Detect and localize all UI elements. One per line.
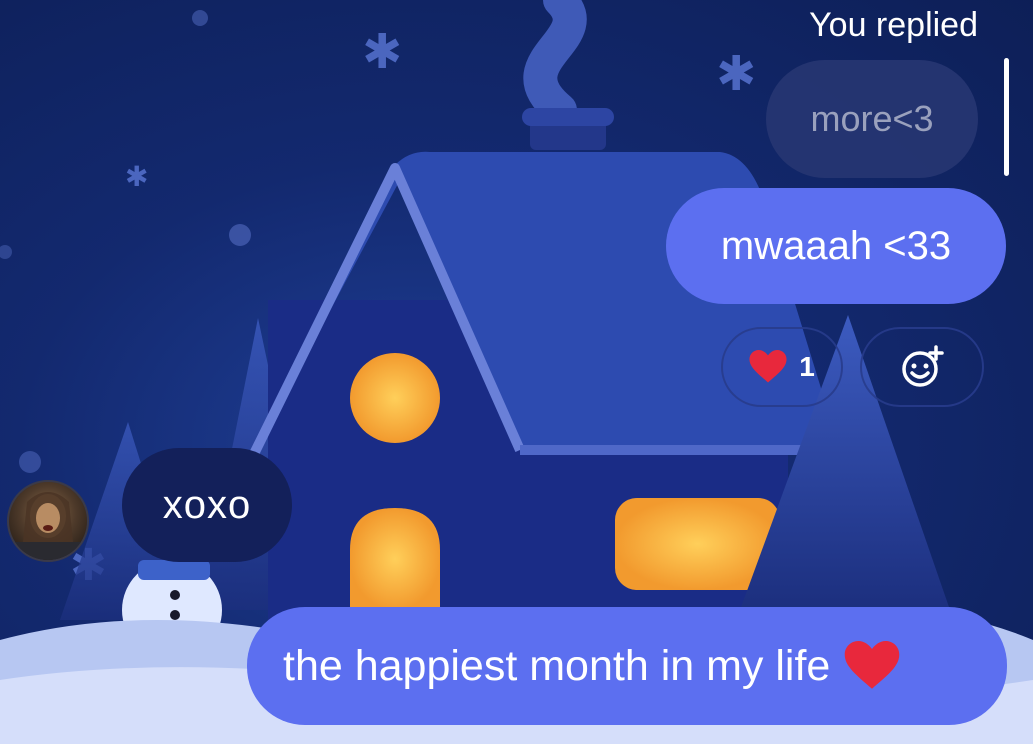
- reaction-pill[interactable]: 1: [721, 327, 843, 407]
- svg-text:✱: ✱: [362, 24, 402, 80]
- sent-message-bubble[interactable]: mwaaah <33: [666, 188, 1006, 304]
- add-reaction-button[interactable]: [860, 327, 984, 407]
- svg-text:✱: ✱: [125, 160, 148, 193]
- message-text: mwaaah <33: [720, 223, 952, 268]
- reply-indicator-bar: [1004, 58, 1009, 176]
- user-avatar[interactable]: [7, 480, 89, 562]
- message-text: the happiest month in my life: [283, 641, 831, 690]
- avatar-image: [9, 492, 87, 560]
- replied-to-message[interactable]: more<3: [766, 60, 978, 178]
- you-replied-label: You replied: [809, 6, 978, 44]
- received-message-bubble[interactable]: xoxo: [122, 448, 292, 562]
- svg-text:✱: ✱: [716, 46, 756, 102]
- message-text: xoxo: [162, 482, 252, 527]
- add-reaction-icon: [902, 345, 944, 387]
- heart-icon: [845, 641, 900, 689]
- sent-message-bubble[interactable]: the happiest month in my life: [247, 607, 1007, 725]
- heart-icon: [749, 350, 787, 383]
- reaction-count: 1: [799, 351, 815, 382]
